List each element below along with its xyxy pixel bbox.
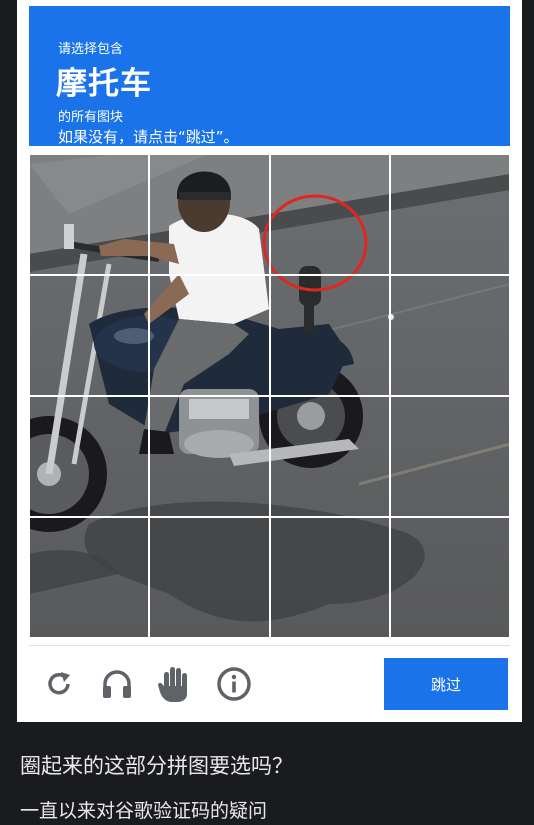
hand-icon xyxy=(158,667,187,702)
tile-2-2[interactable] xyxy=(149,275,270,396)
tile-3-3[interactable] xyxy=(269,396,390,517)
hand-button[interactable] xyxy=(155,662,195,706)
tile-1-2[interactable] xyxy=(149,154,270,275)
reload-icon xyxy=(48,672,70,695)
tile-3-1[interactable] xyxy=(29,396,150,517)
tile-2-3[interactable] xyxy=(269,275,390,396)
post-caption-question: 圈起来的这部分拼图要选吗？ xyxy=(20,754,293,778)
captcha-card: 请选择包含 摩托车 的所有图块 如果没有，请点击“跳过”。 跳过 xyxy=(17,0,522,722)
tile-4-2[interactable] xyxy=(149,517,270,638)
tile-3-2[interactable] xyxy=(149,396,270,517)
tile-4-4[interactable] xyxy=(389,517,510,638)
skip-button[interactable]: 跳过 xyxy=(384,658,508,710)
tile-4-3[interactable] xyxy=(269,517,390,638)
audio-challenge-button[interactable] xyxy=(97,662,137,706)
image-grid xyxy=(29,154,510,638)
header-instruction: 请选择包含 xyxy=(58,42,124,57)
tile-grid xyxy=(29,154,510,638)
tile-4-1[interactable] xyxy=(29,517,150,638)
footer-divider xyxy=(29,645,510,646)
target-object: 摩托车 xyxy=(56,66,152,102)
tile-2-1[interactable] xyxy=(29,275,150,396)
captcha-header: 请选择包含 摩托车 的所有图块 如果没有，请点击“跳过”。 xyxy=(29,6,510,146)
headphones-icon xyxy=(103,670,131,698)
header-instruction-suffix: 的所有图块 xyxy=(58,110,124,125)
info-icon xyxy=(217,667,251,701)
header-skip-hint: 如果没有，请点击“跳过”。 xyxy=(58,128,239,146)
info-button[interactable] xyxy=(214,662,254,706)
tile-2-4[interactable] xyxy=(389,275,510,396)
tile-1-1[interactable] xyxy=(29,154,150,275)
tile-1-4[interactable] xyxy=(389,154,510,275)
tile-1-3[interactable] xyxy=(269,154,390,275)
post-caption-subtitle: 一直以来对谷歌验证码的疑问 xyxy=(20,800,268,822)
reload-button[interactable] xyxy=(39,662,79,706)
tile-3-4[interactable] xyxy=(389,396,510,517)
